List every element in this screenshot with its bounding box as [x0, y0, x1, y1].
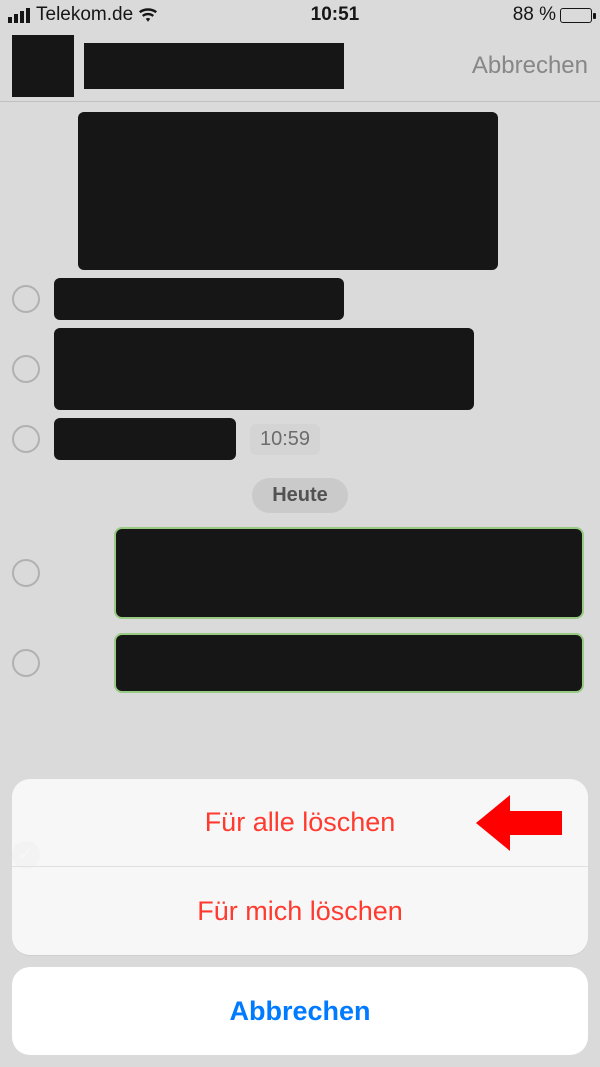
delete-for-me-button[interactable]: Für mich löschen — [12, 867, 588, 955]
delete-for-all-button[interactable]: Für alle löschen — [12, 779, 588, 867]
delete-for-me-label: Für mich löschen — [197, 896, 403, 927]
sheet-cancel-button[interactable]: Abbrechen — [12, 967, 588, 1055]
action-sheet: Für alle löschen Für mich löschen Abbrec… — [12, 779, 588, 1055]
annotation-arrow-icon — [476, 795, 562, 851]
sheet-cancel-label: Abbrechen — [229, 996, 370, 1027]
delete-for-all-label: Für alle löschen — [205, 807, 396, 838]
